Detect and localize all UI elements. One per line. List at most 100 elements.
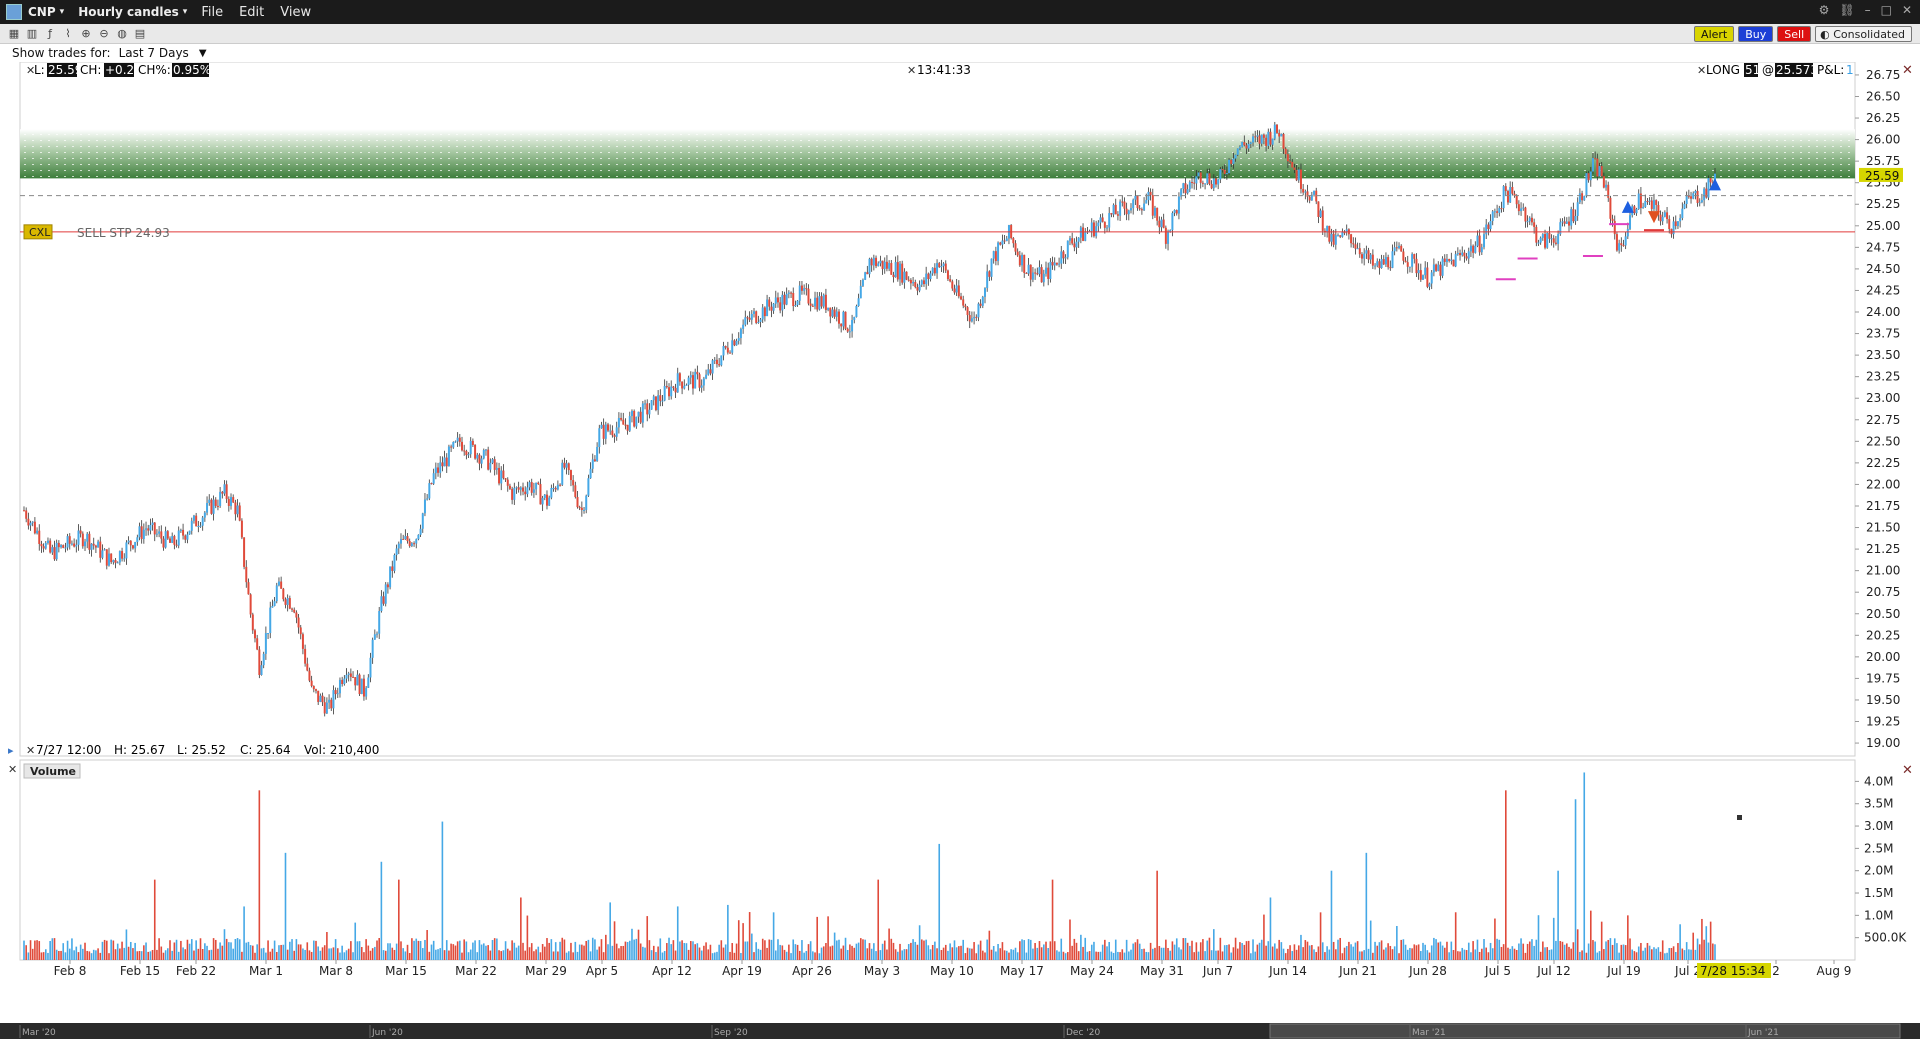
alert-button[interactable]: Alert xyxy=(1694,26,1735,42)
candle-down xyxy=(362,678,365,697)
volume-bar xyxy=(790,953,792,960)
drawing-icon[interactable]: ⌇ xyxy=(62,27,74,40)
link-icon[interactable]: ⛓ xyxy=(1839,3,1854,17)
indicator-icon[interactable]: ƒ xyxy=(44,27,56,40)
volume-bar xyxy=(151,949,154,960)
volume-bar xyxy=(962,939,965,960)
volume-tick-label: 2.0M xyxy=(1864,864,1893,878)
filter-icon[interactable]: ▤ xyxy=(134,27,146,40)
candle-down xyxy=(1620,243,1623,246)
volume-bar xyxy=(803,952,805,960)
volume-bar xyxy=(1069,919,1071,960)
zoom-out-icon[interactable]: ⊖ xyxy=(98,27,110,40)
chart-type-label[interactable]: Hourly candles xyxy=(78,5,179,19)
chevron-down-icon[interactable]: ▼ xyxy=(199,48,207,59)
candle-down xyxy=(1223,169,1226,174)
volume-bar xyxy=(1655,948,1657,960)
candle-down xyxy=(234,502,237,515)
candle-up xyxy=(489,462,492,470)
candle-down xyxy=(1023,254,1026,273)
volume-bar xyxy=(1461,947,1464,960)
candle-down xyxy=(916,287,919,291)
candle-up xyxy=(1411,254,1414,267)
candle-up xyxy=(1550,238,1553,240)
volume-bar xyxy=(350,941,352,960)
time-close-icon[interactable]: ✕ xyxy=(907,64,916,77)
chart-settings-icon[interactable]: ▦ xyxy=(8,27,20,40)
volume-bar xyxy=(1624,945,1627,960)
candle-down xyxy=(110,553,113,563)
overview-scroll-thumb[interactable] xyxy=(1269,1023,1901,1039)
trades-period-select[interactable]: Last 7 Days xyxy=(119,46,189,60)
globe-icon[interactable]: ◍ xyxy=(116,27,128,40)
candle-up xyxy=(1132,199,1135,209)
volume-bar xyxy=(718,944,720,960)
volume-bar xyxy=(602,952,605,960)
candle-up xyxy=(1539,237,1542,243)
price-tick-label: 21.00 xyxy=(1866,564,1900,578)
menu-file[interactable]: File xyxy=(201,5,223,20)
candle-up xyxy=(772,303,775,311)
candle-up xyxy=(1700,200,1703,203)
candle-down xyxy=(1572,209,1575,222)
buy-button[interactable]: Buy xyxy=(1738,26,1774,42)
candle-down xyxy=(953,288,956,293)
candle-up xyxy=(744,317,747,325)
candle-up xyxy=(500,470,503,484)
close-icon[interactable]: ✕ xyxy=(1902,3,1912,17)
menu-edit[interactable]: Edit xyxy=(239,5,264,20)
candle-down xyxy=(81,533,84,547)
volume-bar xyxy=(1587,943,1590,960)
volume-bar xyxy=(308,950,311,960)
volume-bar xyxy=(1498,939,1501,960)
candle-up xyxy=(373,634,376,640)
position-close-icon[interactable]: ✕ xyxy=(1697,64,1706,77)
volume-bar xyxy=(1101,944,1104,960)
candle-up xyxy=(328,699,331,703)
price-chart[interactable]: 26.7526.5026.2526.0025.7525.5025.2525.00… xyxy=(0,62,1920,1039)
chevron-down-icon[interactable]: ▾ xyxy=(60,7,65,17)
bar-type-icon[interactable]: ▥ xyxy=(26,27,38,40)
candle-down xyxy=(33,521,36,534)
volume-bar xyxy=(400,941,402,960)
volume-plot-area[interactable] xyxy=(19,759,1856,961)
candle-down xyxy=(907,279,910,281)
candle-up xyxy=(853,316,856,321)
volume-bar xyxy=(535,949,537,960)
volume-close-icon[interactable]: ✕ xyxy=(8,763,17,776)
volume-bar xyxy=(106,940,108,960)
candle-up xyxy=(652,396,655,401)
settings-icon[interactable]: ⚙ xyxy=(1819,3,1830,17)
consolidated-button[interactable]: ◐ Consolidated xyxy=(1815,26,1912,42)
volume-panel-close-icon[interactable]: ✕ xyxy=(1902,763,1913,778)
volume-bar xyxy=(774,950,777,960)
volume-bar xyxy=(1688,949,1690,960)
volume-bar xyxy=(1546,947,1549,960)
volume-bar xyxy=(1592,940,1594,960)
price-tick-label: 19.50 xyxy=(1866,693,1900,707)
menu-view[interactable]: View xyxy=(280,5,311,20)
candle-up xyxy=(1384,257,1387,265)
candle-down xyxy=(1655,200,1658,205)
position-at: @ xyxy=(1762,63,1774,77)
info-close-icon[interactable]: ✕ xyxy=(26,744,35,757)
candle-down xyxy=(1581,193,1584,201)
candle-up xyxy=(1574,215,1577,222)
candle-down xyxy=(1594,158,1597,160)
maximize-icon[interactable]: □ xyxy=(1881,3,1892,17)
volume-bar xyxy=(234,939,237,960)
volume-bar xyxy=(31,948,34,960)
panel-close-icon[interactable]: ✕ xyxy=(1902,63,1913,78)
zoom-in-icon[interactable]: ⊕ xyxy=(80,27,92,40)
candle-down xyxy=(957,285,960,297)
volume-bar xyxy=(275,951,278,960)
chevron-down-icon[interactable]: ▾ xyxy=(183,7,188,17)
sell-button[interactable]: Sell xyxy=(1777,26,1812,42)
volume-bar xyxy=(474,940,476,960)
symbol-label[interactable]: CNP xyxy=(28,5,56,19)
info-icon[interactable]: ▸ xyxy=(8,744,14,757)
volume-bar xyxy=(785,951,788,960)
minimize-icon[interactable]: – xyxy=(1865,3,1871,17)
volume-bar xyxy=(724,944,727,960)
volume-bar xyxy=(175,939,178,960)
